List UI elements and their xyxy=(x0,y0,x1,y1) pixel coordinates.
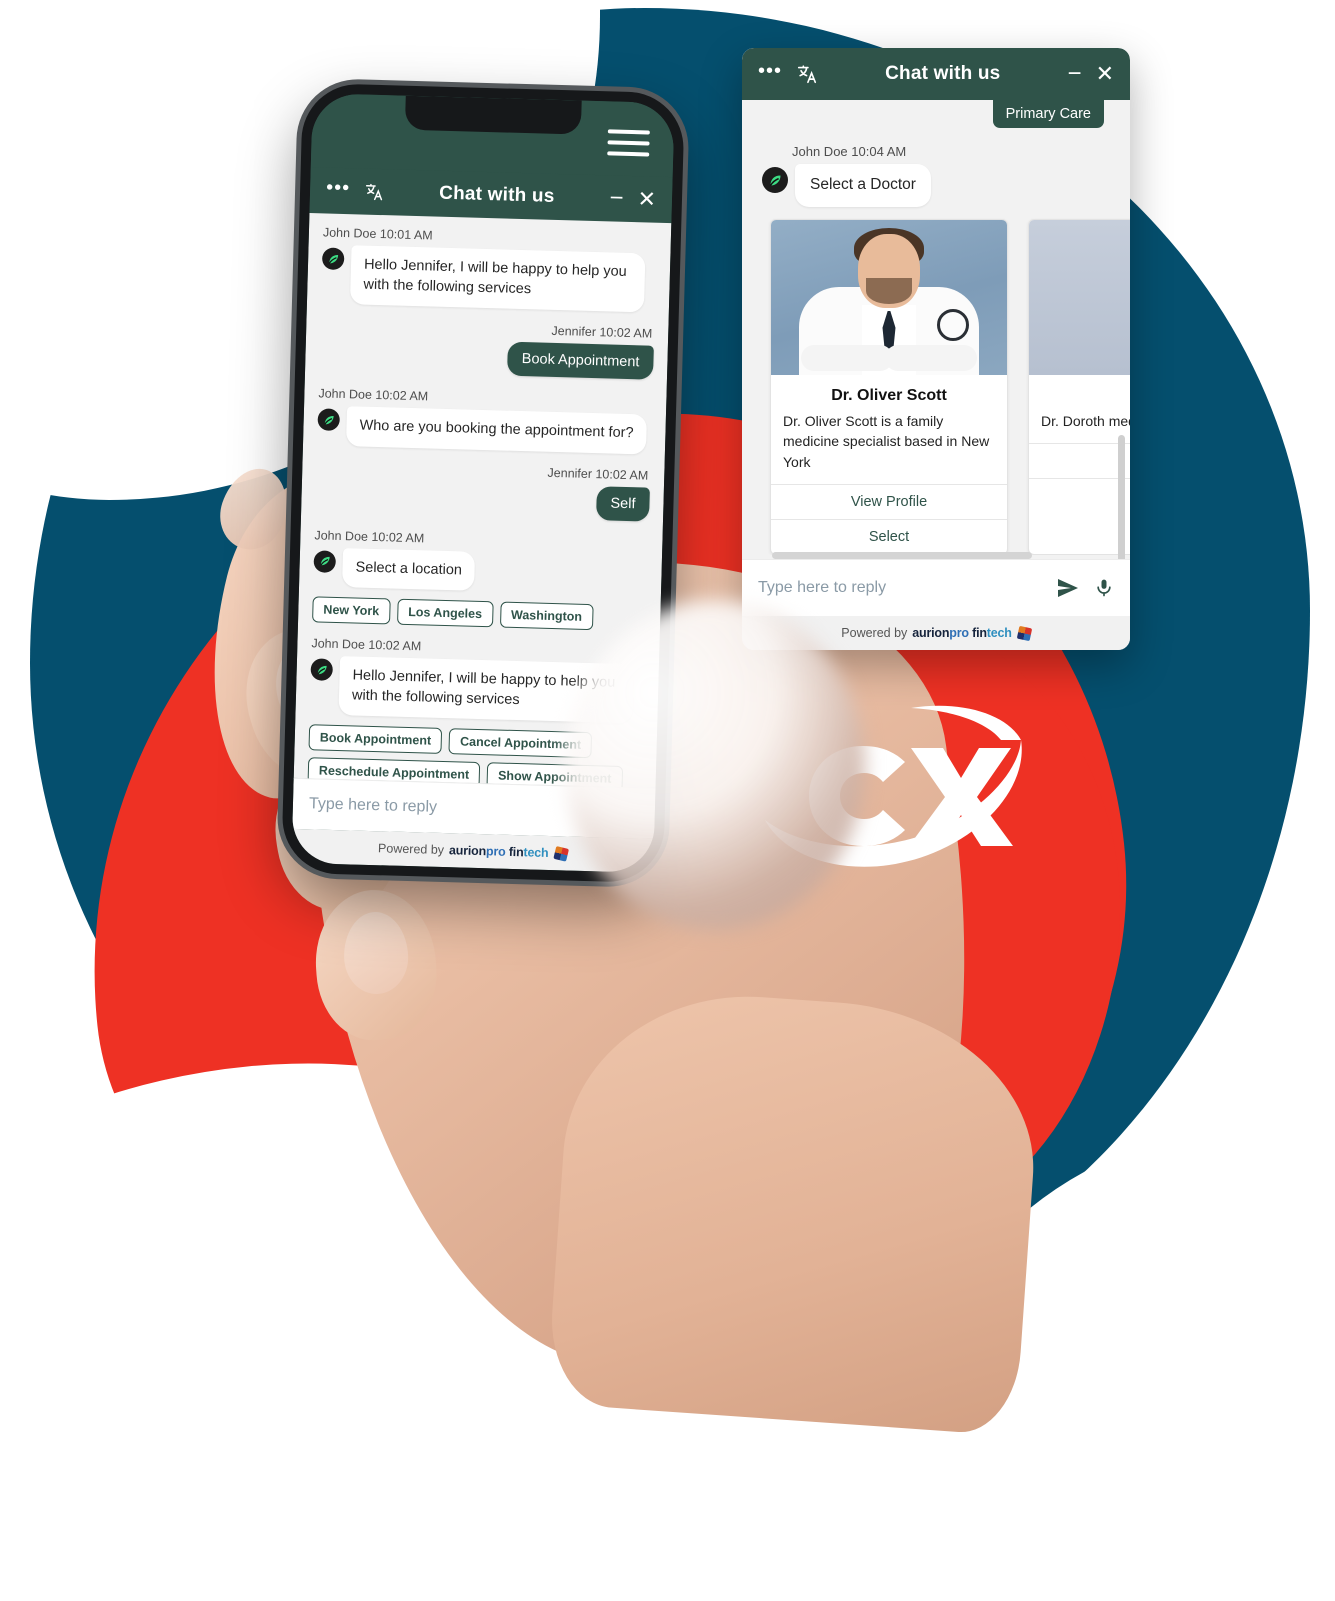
desktop-chat-body[interactable]: John Doe 10:04 AM Select a Doctor xyxy=(742,100,1130,559)
close-icon[interactable]: ✕ xyxy=(637,188,656,211)
magnifier-glass xyxy=(565,600,865,930)
view-profile-button[interactable] xyxy=(1029,443,1130,478)
reply-input[interactable]: Type here to reply xyxy=(758,579,1042,597)
message-text: Self xyxy=(596,486,650,521)
close-icon[interactable]: ✕ xyxy=(1096,63,1114,85)
aurionpro-fintech-logo: aurionpro fintech xyxy=(912,626,1011,640)
more-options-icon[interactable]: ••• xyxy=(758,67,782,82)
location-chip-los-angeles[interactable]: Los Angeles xyxy=(397,599,494,628)
message-row: Select a Doctor xyxy=(742,164,1130,207)
doctor-description: Dr. Doroth medicine York xyxy=(1029,411,1130,443)
stethoscope-icon xyxy=(937,309,969,341)
poster-stage: ••• Chat with us − ✕ John Doe 10:01 AM xyxy=(0,0,1335,1335)
message-text: Who are you booking the appointment for? xyxy=(346,406,647,454)
doctor-description: Dr. Oliver Scott is a family medicine sp… xyxy=(771,411,1007,484)
location-chip-washington[interactable]: Washington xyxy=(500,602,594,631)
aurionpro-diamond-icon xyxy=(1016,625,1031,640)
more-options-icon[interactable]: ••• xyxy=(326,183,350,199)
doctor-card[interactable]: Dr. Oliver Scott Dr. Oliver Scott is a f… xyxy=(770,219,1008,555)
hamburger-menu-icon[interactable] xyxy=(607,129,650,156)
doctor-photo xyxy=(771,220,1007,375)
message-text: Select a location xyxy=(342,548,475,591)
message-text: Hello Jennifer, I will be happy to help … xyxy=(350,245,646,312)
select-doctor-button[interactable]: Select xyxy=(771,519,1007,554)
minimize-icon[interactable]: − xyxy=(609,186,624,210)
doctor-arm-left xyxy=(801,345,893,371)
select-doctor-button[interactable] xyxy=(1029,478,1130,513)
message-text: Book Appointment xyxy=(507,342,654,380)
bot-avatar-icon xyxy=(313,550,336,573)
desktop-chat-widget: ••• Chat with us − ✕ Primary Care John D… xyxy=(742,48,1130,650)
message-text: Select a Doctor xyxy=(795,164,931,207)
microphone-icon[interactable] xyxy=(1094,577,1114,599)
vertical-scrollbar[interactable] xyxy=(1118,435,1125,559)
bot-avatar-icon xyxy=(317,408,340,431)
doctor-beard xyxy=(866,278,912,304)
page-title: Chat with us xyxy=(398,182,596,210)
wrist xyxy=(546,984,1044,1436)
doctor-photo xyxy=(1029,220,1130,375)
translate-icon[interactable] xyxy=(364,182,385,203)
doctor-name: Dr. Oliver Scott xyxy=(771,375,1007,411)
page-title: Chat with us xyxy=(832,63,1054,85)
doctor-card-carousel[interactable]: Dr. Oliver Scott Dr. Oliver Scott is a f… xyxy=(742,207,1130,555)
view-profile-button[interactable]: View Profile xyxy=(771,484,1007,519)
translate-icon[interactable] xyxy=(796,63,818,85)
status-badge: Primary Care xyxy=(993,100,1104,128)
bot-avatar-icon xyxy=(322,247,345,270)
desktop-chat-header: ••• Chat with us − ✕ xyxy=(742,48,1130,100)
bot-avatar-icon xyxy=(310,659,333,682)
desktop-composer[interactable]: Type here to reply xyxy=(742,559,1130,616)
powered-by-label: Powered by xyxy=(378,841,444,857)
bot-avatar-icon xyxy=(762,167,788,193)
aurionpro-fintech-logo: aurionpro fintech xyxy=(449,843,549,860)
message-row: Hello Jennifer, I will be happy to help … xyxy=(307,244,671,313)
horizontal-scrollbar[interactable] xyxy=(772,552,1032,559)
doctor-arm-right xyxy=(885,345,977,371)
doctor-name: Dr. xyxy=(1029,375,1130,411)
powered-by-label: Powered by xyxy=(841,626,907,640)
service-chip-book-appointment[interactable]: Book Appointment xyxy=(308,725,442,755)
phone-notch xyxy=(405,96,582,135)
minimize-icon[interactable]: − xyxy=(1068,62,1082,86)
doctor-card[interactable]: Dr. Dr. Doroth medicine York xyxy=(1028,219,1130,555)
location-chip-new-york[interactable]: New York xyxy=(312,597,391,625)
send-icon[interactable] xyxy=(1056,576,1080,600)
aurionpro-diamond-icon xyxy=(553,845,569,861)
